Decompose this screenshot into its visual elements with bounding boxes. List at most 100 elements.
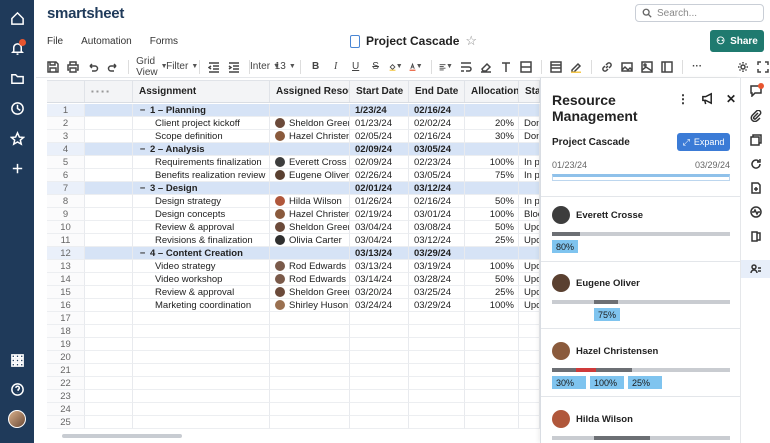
- allocation-cell[interactable]: [465, 104, 519, 117]
- end-date-cell[interactable]: [409, 325, 465, 338]
- allocation-cell[interactable]: [465, 325, 519, 338]
- row-number[interactable]: 25: [47, 416, 85, 429]
- assigned-resource-cell[interactable]: Shirley Huson: [270, 299, 350, 312]
- row-number[interactable]: 15: [47, 286, 85, 299]
- comments-icon[interactable]: [741, 82, 770, 100]
- table-row[interactable]: 5 Requirements finalization Everett Cross 0…: [47, 156, 540, 169]
- assigned-resource-cell[interactable]: [270, 377, 350, 390]
- start-date-cell[interactable]: [350, 416, 409, 429]
- assignment-cell[interactable]: −3 – Design: [133, 182, 270, 195]
- allocation-cell[interactable]: [465, 390, 519, 403]
- assignment-cell[interactable]: −4 – Content Creation: [133, 247, 270, 260]
- start-date-cell[interactable]: [350, 403, 409, 416]
- assignment-cell[interactable]: −2 – Analysis: [133, 143, 270, 156]
- favorite-star-icon[interactable]: ☆: [465, 33, 477, 49]
- resource-card[interactable]: Hazel Christensen 30% 100% 25%: [552, 342, 730, 389]
- underline-icon[interactable]: U: [349, 59, 363, 75]
- row-number[interactable]: 19: [47, 338, 85, 351]
- end-date-cell[interactable]: 03/19/24: [409, 260, 465, 273]
- row-number[interactable]: 21: [47, 364, 85, 377]
- row-number[interactable]: 20: [47, 351, 85, 364]
- allocation-cell[interactable]: 30%: [465, 130, 519, 143]
- status-cell[interactable]: Done: [519, 130, 540, 143]
- start-date-cell[interactable]: 03/14/24: [350, 273, 409, 286]
- search-input[interactable]: Search...: [635, 4, 764, 22]
- table-row[interactable]: 10 Review & approval Sheldon Greene 03/04/2…: [47, 221, 540, 234]
- allocation-cell[interactable]: [465, 403, 519, 416]
- more-format-icon[interactable]: [519, 59, 533, 75]
- assigned-resource-cell[interactable]: Sheldon Greene: [270, 286, 350, 299]
- table-row[interactable]: 18: [47, 325, 540, 338]
- start-date-cell[interactable]: 02/09/24: [350, 156, 409, 169]
- insert-picture-icon[interactable]: [640, 59, 654, 75]
- more-options-icon[interactable]: ···: [690, 59, 704, 75]
- filter-dropdown[interactable]: Filter ▼: [166, 59, 198, 75]
- row-action-icons[interactable]: [85, 195, 133, 208]
- end-date-cell[interactable]: 03/05/24: [409, 169, 465, 182]
- row-action-icons[interactable]: [85, 143, 133, 156]
- row-action-icons[interactable]: [85, 299, 133, 312]
- table-row[interactable]: 8 Design strategy Hilda Wilson 01/26/24 02/1…: [47, 195, 540, 208]
- assignment-cell[interactable]: Video workshop: [133, 273, 270, 286]
- column-header-status[interactable]: Status: [519, 81, 540, 102]
- row-action-icons[interactable]: [85, 286, 133, 299]
- start-date-cell[interactable]: 03/04/24: [350, 221, 409, 234]
- allocation-cell[interactable]: 100%: [465, 299, 519, 312]
- status-cell[interactable]: [519, 364, 540, 377]
- resource-card[interactable]: Everett Crosse 80%: [552, 206, 730, 253]
- publish-icon[interactable]: [741, 179, 770, 197]
- collapse-toggle-icon[interactable]: −: [138, 183, 147, 194]
- highlight-changes-icon[interactable]: [569, 59, 583, 75]
- start-date-cell[interactable]: [350, 325, 409, 338]
- start-date-cell[interactable]: [350, 351, 409, 364]
- smartsheet-logo[interactable]: smartsheet: [47, 5, 124, 22]
- end-date-cell[interactable]: 03/12/24: [409, 234, 465, 247]
- row-number[interactable]: 2: [47, 117, 85, 130]
- end-date-cell[interactable]: [409, 351, 465, 364]
- row-number[interactable]: 24: [47, 403, 85, 416]
- assigned-resource-cell[interactable]: Olivia Carter: [270, 234, 350, 247]
- apps-grid-icon[interactable]: [0, 349, 34, 371]
- fullscreen-icon[interactable]: [756, 59, 770, 75]
- notifications-icon[interactable]: [0, 37, 34, 59]
- row-number[interactable]: 23: [47, 390, 85, 403]
- end-date-cell[interactable]: 02/23/24: [409, 156, 465, 169]
- end-date-cell[interactable]: [409, 390, 465, 403]
- allocation-cell[interactable]: [465, 143, 519, 156]
- end-date-cell[interactable]: [409, 416, 465, 429]
- assignment-cell[interactable]: Client project kickoff: [133, 117, 270, 130]
- row-number[interactable]: 9: [47, 208, 85, 221]
- row-action-icons[interactable]: [85, 169, 133, 182]
- row-number[interactable]: 18: [47, 325, 85, 338]
- allocation-cell[interactable]: 50%: [465, 195, 519, 208]
- folder-icon[interactable]: [0, 67, 34, 89]
- allocation-cell[interactable]: 50%: [465, 221, 519, 234]
- end-date-cell[interactable]: [409, 377, 465, 390]
- menu-file[interactable]: File: [47, 36, 63, 47]
- row-number[interactable]: 7: [47, 182, 85, 195]
- allocation-cell[interactable]: 100%: [465, 156, 519, 169]
- table-row[interactable]: 6 Benefits realization review Eugene Olive…: [47, 169, 540, 182]
- start-date-cell[interactable]: 01/26/24: [350, 195, 409, 208]
- close-icon[interactable]: ✕: [726, 92, 736, 108]
- end-date-cell[interactable]: [409, 403, 465, 416]
- row-number[interactable]: 1: [47, 104, 85, 117]
- horizontal-scrollbar[interactable]: [62, 434, 182, 438]
- home-icon[interactable]: [0, 7, 34, 29]
- section-row[interactable]: 7 −3 – Design 02/01/24 03/12/24: [47, 182, 540, 195]
- assignment-cell[interactable]: Design strategy: [133, 195, 270, 208]
- assignment-cell[interactable]: [133, 403, 270, 416]
- resource-management-icon[interactable]: [741, 260, 770, 278]
- table-row[interactable]: 19: [47, 338, 540, 351]
- bold-icon[interactable]: B: [309, 59, 323, 75]
- end-date-cell[interactable]: 03/05/24: [409, 143, 465, 156]
- collapse-toggle-icon[interactable]: −: [138, 248, 147, 259]
- redo-icon[interactable]: [106, 59, 120, 75]
- table-row[interactable]: 2 Client project kickoff Sheldon Greene 01/…: [47, 117, 540, 130]
- summary-icon[interactable]: [741, 227, 770, 245]
- kebab-menu-icon[interactable]: ⋮: [677, 92, 689, 108]
- font-family-dropdown[interactable]: Inter ▼: [250, 59, 280, 75]
- assignment-cell[interactable]: Design concepts: [133, 208, 270, 221]
- allocation-cell[interactable]: [465, 364, 519, 377]
- row-number[interactable]: 10: [47, 221, 85, 234]
